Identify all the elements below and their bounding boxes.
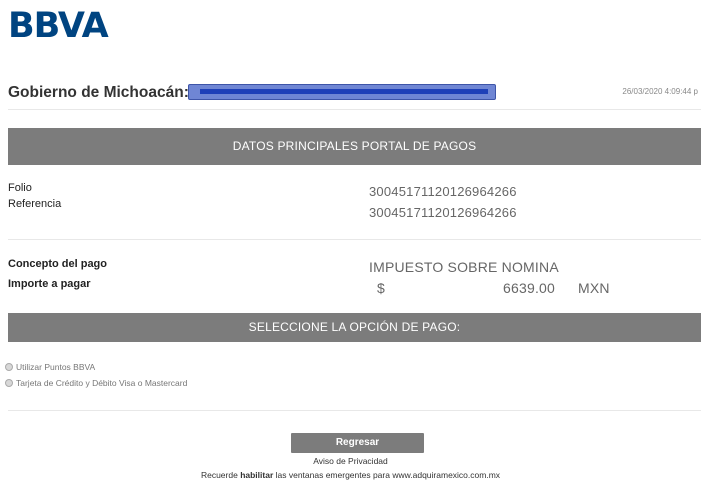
entity-name: Gobierno de Michoacán:A [8, 84, 201, 101]
radio-button[interactable] [5, 379, 13, 387]
currency-symbol: $ [377, 280, 385, 296]
radio-button[interactable] [5, 363, 13, 371]
bbva-logo: BBVA [8, 6, 109, 46]
option-label: Tarjeta de Crédito y Débito Visa o Maste… [16, 378, 188, 388]
referencia-label: Referencia [8, 198, 62, 210]
popup-note: Recuerde habilitar las ventanas emergent… [0, 470, 701, 480]
concepto-value: IMPUESTO SOBRE NOMINA [369, 259, 559, 275]
note-suffix: las ventanas emergentes para www.adquira… [273, 470, 501, 480]
section-header-payment-option: SELECCIONE LA OPCIÓN DE PAGO: [8, 313, 701, 342]
folio-value: 30045171120126964266 [369, 184, 517, 199]
note-bold: habilitar [240, 470, 274, 480]
concepto-label: Concepto del pago [8, 258, 107, 270]
option-puntos-bbva[interactable]: Utilizar Puntos BBVA [5, 362, 95, 372]
referencia-value: 30045171120126964266 [369, 205, 517, 220]
option-label: Utilizar Puntos BBVA [16, 362, 96, 372]
importe-label: Importe a pagar [8, 278, 91, 290]
back-button[interactable]: Regresar [291, 433, 424, 453]
currency-code: MXN [578, 280, 610, 296]
folio-label: Folio [8, 182, 32, 194]
amount-value: 6639.00 [503, 280, 556, 296]
divider [8, 239, 701, 240]
redaction-stroke [200, 89, 488, 94]
option-tarjeta[interactable]: Tarjeta de Crédito y Débito Visa o Maste… [5, 378, 187, 388]
timestamp: 26/03/2020 4:09:44 p [622, 87, 698, 96]
divider [8, 109, 701, 110]
note-prefix: Recuerde [200, 470, 241, 480]
privacy-link[interactable]: Aviso de Privacidad [0, 456, 701, 466]
section-header-main: DATOS PRINCIPALES PORTAL DE PAGOS [8, 128, 701, 165]
divider [8, 410, 701, 411]
